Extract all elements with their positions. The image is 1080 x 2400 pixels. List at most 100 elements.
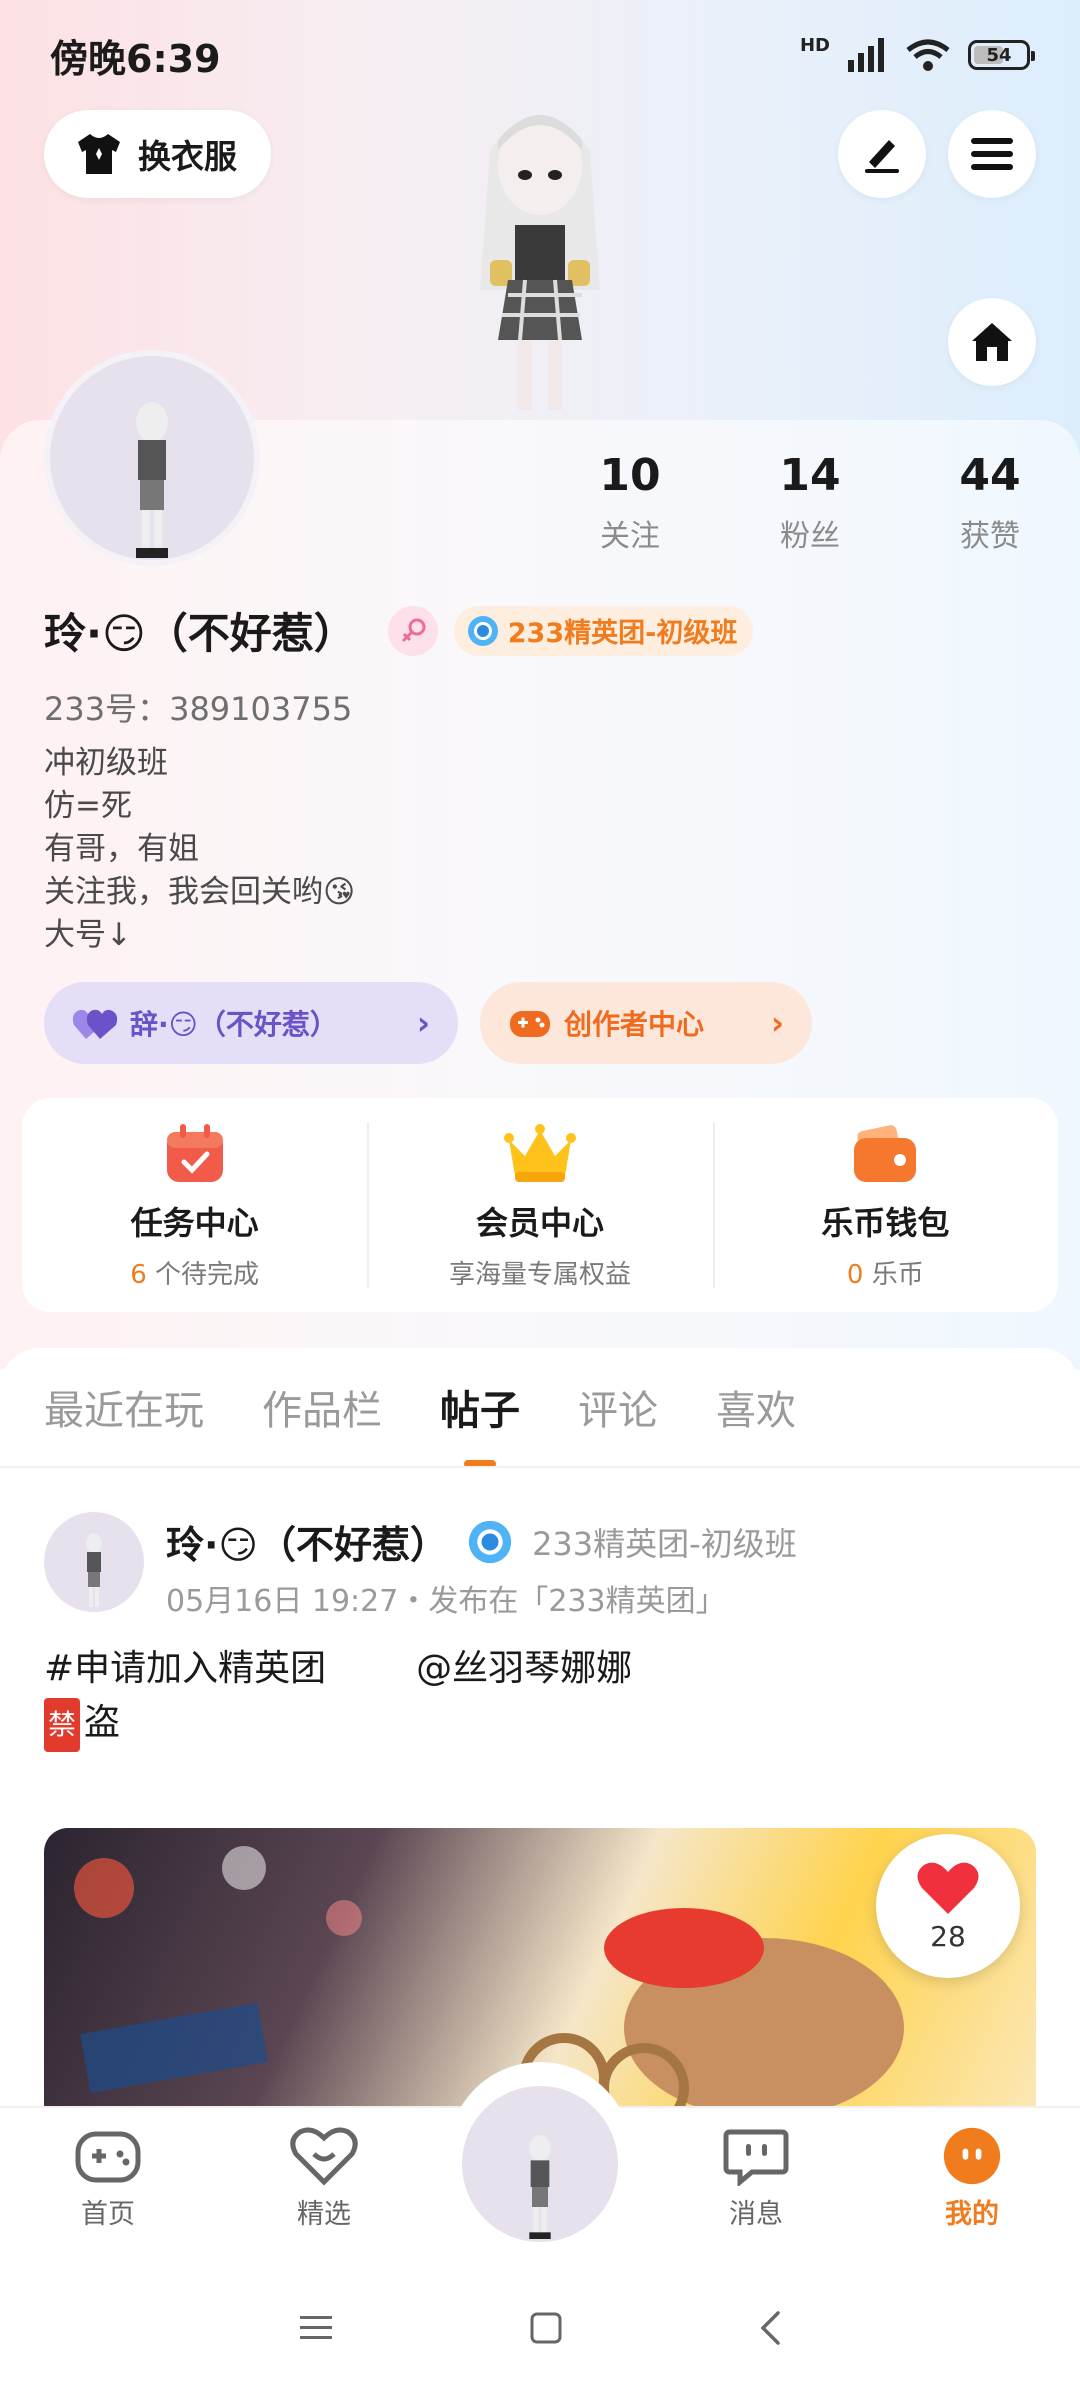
- menu-button[interactable]: [948, 110, 1036, 198]
- system-navigation-bar: [0, 2256, 1080, 2400]
- wifi-icon: [906, 39, 950, 71]
- stat-fans[interactable]: 14 粉丝: [720, 450, 900, 555]
- home-icon: [972, 323, 1012, 361]
- tab-likes[interactable]: 喜欢: [716, 1378, 796, 1436]
- stat-likes[interactable]: 44 获赞: [900, 450, 1080, 555]
- feature-title: 乐币钱包: [821, 1204, 950, 1242]
- post-hashtag[interactable]: #申请加入精英团: [44, 1642, 326, 1696]
- stat-label: 获赞: [960, 519, 1020, 554]
- battery-indicator: 54: [968, 40, 1035, 70]
- wallet-entry[interactable]: 乐币钱包 0 乐币: [712, 1098, 1058, 1312]
- feature-subtitle-text: 乐币: [863, 1260, 924, 1290]
- post-author-avatar[interactable]: [44, 1512, 144, 1612]
- chat-icon: [723, 2129, 789, 2186]
- post-mention[interactable]: @丝羽琴娜娜: [416, 1642, 632, 1696]
- stat-value: 10: [599, 450, 661, 501]
- bio-line: 大号↓: [44, 917, 132, 953]
- feature-title: 会员中心: [475, 1204, 604, 1242]
- feature-subtitle: 6 个待完成: [130, 1254, 259, 1291]
- profile-face-icon: [943, 2127, 1001, 2185]
- feature-subtitle: 享海量专属权益: [449, 1254, 631, 1291]
- feature-subtitle-text: 个待完成: [146, 1260, 260, 1290]
- post-author-name[interactable]: 玲·😏（不好惹）: [166, 1514, 448, 1569]
- profile-bio: 冲初级班 仿=死 有哥，有姐 关注我，我会回关哟😘 大号↓: [44, 742, 355, 957]
- tab-posts[interactable]: 帖子: [440, 1378, 520, 1436]
- nav-messages[interactable]: 消息: [696, 2126, 816, 2231]
- back-icon[interactable]: [758, 2310, 782, 2346]
- status-time: 傍晚6:39: [50, 36, 221, 81]
- nav-label: 我的: [945, 2199, 999, 2230]
- nav-featured[interactable]: 精选: [264, 2126, 384, 2231]
- creator-center-button[interactable]: 创作者中心 ›: [480, 982, 812, 1064]
- pen-icon: [865, 140, 899, 173]
- bio-line: 仿=死: [44, 788, 132, 824]
- post-author-row: 玲·😏（不好惹） 233精英团-初级班: [166, 1514, 797, 1569]
- coin-count: 0: [846, 1260, 864, 1290]
- member-center-entry[interactable]: 会员中心 享海量专属权益: [367, 1098, 712, 1312]
- stat-label: 粉丝: [780, 519, 840, 554]
- ban-emoji: 禁: [44, 1698, 81, 1752]
- profile-stats: 10 关注 14 粉丝 44 获赞: [540, 450, 1080, 555]
- profile-name: 玲·😏（不好惹）: [44, 609, 356, 658]
- avatar-character-figure[interactable]: [430, 90, 650, 420]
- double-heart-icon: [72, 1009, 118, 1039]
- stat-value: 14: [779, 450, 841, 501]
- hamburger-menu-icon: [971, 138, 1013, 170]
- feature-subtitle-text: 享海量专属权益: [448, 1260, 631, 1290]
- heart-face-icon: [290, 2127, 358, 2186]
- calendar-check-icon: [166, 1124, 223, 1182]
- tab-works[interactable]: 作品栏: [262, 1378, 382, 1436]
- bio-line: 有哥，有姐: [44, 831, 199, 867]
- bio-line: 关注我，我会回关哟😘: [44, 874, 356, 910]
- change-outfit-button[interactable]: 换衣服: [44, 110, 271, 198]
- nav-home[interactable]: 首页: [48, 2126, 168, 2231]
- post-text-line: 盗: [84, 1702, 121, 1743]
- female-gender-icon: [387, 605, 438, 656]
- nav-label: 消息: [729, 2199, 783, 2230]
- crown-icon: [503, 1124, 576, 1182]
- home-button[interactable]: [948, 298, 1036, 386]
- hd-indicator: HD: [799, 34, 830, 56]
- recent-apps-icon[interactable]: [298, 2313, 334, 2343]
- chevron-right-icon: ›: [770, 1004, 784, 1042]
- club-medal-icon: [468, 1520, 512, 1563]
- club-badge-label: 233精英团-初级班: [507, 618, 738, 649]
- tshirt-icon: [78, 134, 120, 174]
- club-badge[interactable]: 233精英团-初级班: [453, 605, 754, 656]
- post-body[interactable]: #申请加入精英团 @丝羽琴娜娜 禁盗: [44, 1642, 632, 1752]
- edit-profile-button[interactable]: [838, 110, 926, 198]
- wallet-icon: [854, 1125, 917, 1182]
- stat-label: 关注: [600, 519, 660, 554]
- tab-comments[interactable]: 评论: [578, 1378, 658, 1436]
- post-author-club: 233精英团-初级班: [532, 1524, 797, 1563]
- avatar-mini-figure: [136, 402, 168, 558]
- gamepad-icon: [510, 1011, 550, 1037]
- home-square-icon[interactable]: [529, 2311, 563, 2345]
- avatar-mini-figure: [86, 1533, 102, 1607]
- tab-recently-played[interactable]: 最近在玩: [44, 1378, 204, 1436]
- center-avatar-button[interactable]: [462, 2086, 618, 2242]
- profile-avatar[interactable]: [44, 350, 260, 566]
- pending-count: 6: [130, 1260, 147, 1290]
- post-meta: 05月16日 19:27・发布在「233精英团」: [166, 1584, 726, 1619]
- signal-icon: [848, 38, 884, 72]
- status-icons: HD 54: [799, 34, 1035, 72]
- bio-line: 冲初级班: [44, 745, 168, 781]
- stat-following[interactable]: 10 关注: [540, 450, 720, 555]
- profile-tabs: 最近在玩 作品栏 帖子 评论 喜欢: [44, 1378, 796, 1436]
- avatar-mini-figure: [529, 2135, 551, 2239]
- like-count: 28: [930, 1919, 966, 1953]
- gamepad-icon: [75, 2131, 141, 2183]
- feature-card: 任务中心 6 个待完成 会员中心 享海量专属权益 乐币钱包 0 乐币: [22, 1098, 1058, 1312]
- battery-level: 54: [986, 44, 1012, 66]
- nav-me[interactable]: 我的: [912, 2126, 1032, 2231]
- nav-label: 精选: [297, 2199, 351, 2230]
- task-center-entry[interactable]: 任务中心 6 个待完成: [22, 1098, 367, 1312]
- feature-title: 任务中心: [130, 1204, 259, 1242]
- linked-account-button[interactable]: 辞·😏（不好惹） ›: [44, 982, 458, 1064]
- nav-label: 首页: [81, 2199, 135, 2230]
- like-button[interactable]: 28: [876, 1834, 1020, 1978]
- user-id[interactable]: 233号：389103755: [44, 684, 352, 730]
- club-medal-icon: [467, 615, 498, 646]
- tabs-divider: [0, 1466, 1080, 1468]
